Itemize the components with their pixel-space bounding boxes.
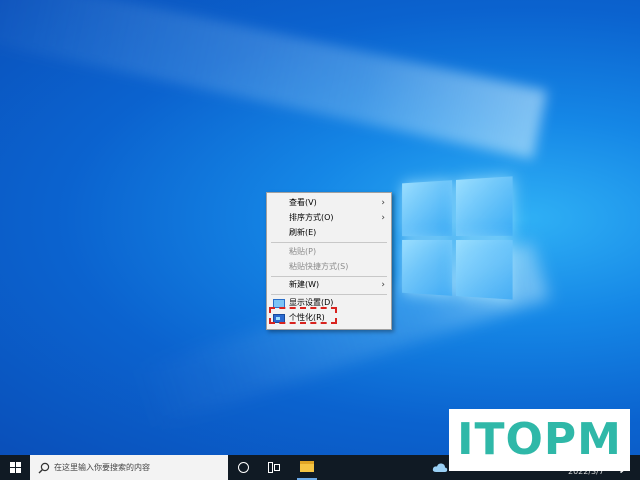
search-icon xyxy=(38,462,50,474)
cortana-icon[interactable] xyxy=(238,462,249,473)
menu-item-label: 刷新(E) xyxy=(289,226,316,240)
chevron-right-icon: › xyxy=(381,211,385,225)
menu-item-paste: 粘贴(P) xyxy=(267,245,391,259)
chevron-right-icon: › xyxy=(381,278,385,292)
search-placeholder: 在这里输入你要搜索的内容 xyxy=(54,455,150,480)
menu-item-refresh[interactable]: 刷新(E) xyxy=(267,226,391,240)
menu-item-label: 新建(W) xyxy=(289,278,319,292)
light-beam xyxy=(0,0,547,159)
logo-pane xyxy=(402,240,452,296)
menu-separator xyxy=(271,242,387,243)
chevron-right-icon: › xyxy=(381,196,385,210)
menu-item-paste-shortcut: 粘贴快捷方式(S) xyxy=(267,260,391,274)
logo-pane xyxy=(402,180,452,236)
file-explorer-taskbar-button[interactable] xyxy=(297,455,317,480)
menu-item-view[interactable]: 查看(V) › xyxy=(267,196,391,210)
windows-logo-wallpaper xyxy=(402,176,515,302)
start-button[interactable] xyxy=(0,455,30,480)
watermark-logo: ITOPM xyxy=(449,409,630,471)
menu-item-label: 粘贴(P) xyxy=(289,245,316,259)
desktop[interactable]: 查看(V) › 排序方式(O) › 刷新(E) 粘贴(P) 粘贴快捷方式(S) … xyxy=(0,0,640,455)
logo-pane xyxy=(456,240,513,300)
menu-item-label: 查看(V) xyxy=(289,196,317,210)
watermark-text: ITOPM xyxy=(449,409,630,471)
task-view-icon[interactable] xyxy=(268,462,280,473)
menu-item-new[interactable]: 新建(W) › xyxy=(267,278,391,292)
logo-pane xyxy=(456,176,513,236)
taskbar-search-box[interactable]: 在这里输入你要搜索的内容 xyxy=(30,455,228,480)
highlight-annotation-box xyxy=(269,307,337,324)
menu-item-label: 排序方式(O) xyxy=(289,211,334,225)
weather-icon[interactable] xyxy=(432,461,448,473)
menu-separator xyxy=(271,276,387,277)
folder-icon xyxy=(300,461,314,472)
menu-separator xyxy=(271,294,387,295)
menu-item-sort-by[interactable]: 排序方式(O) › xyxy=(267,211,391,225)
menu-item-label: 粘贴快捷方式(S) xyxy=(289,260,348,274)
